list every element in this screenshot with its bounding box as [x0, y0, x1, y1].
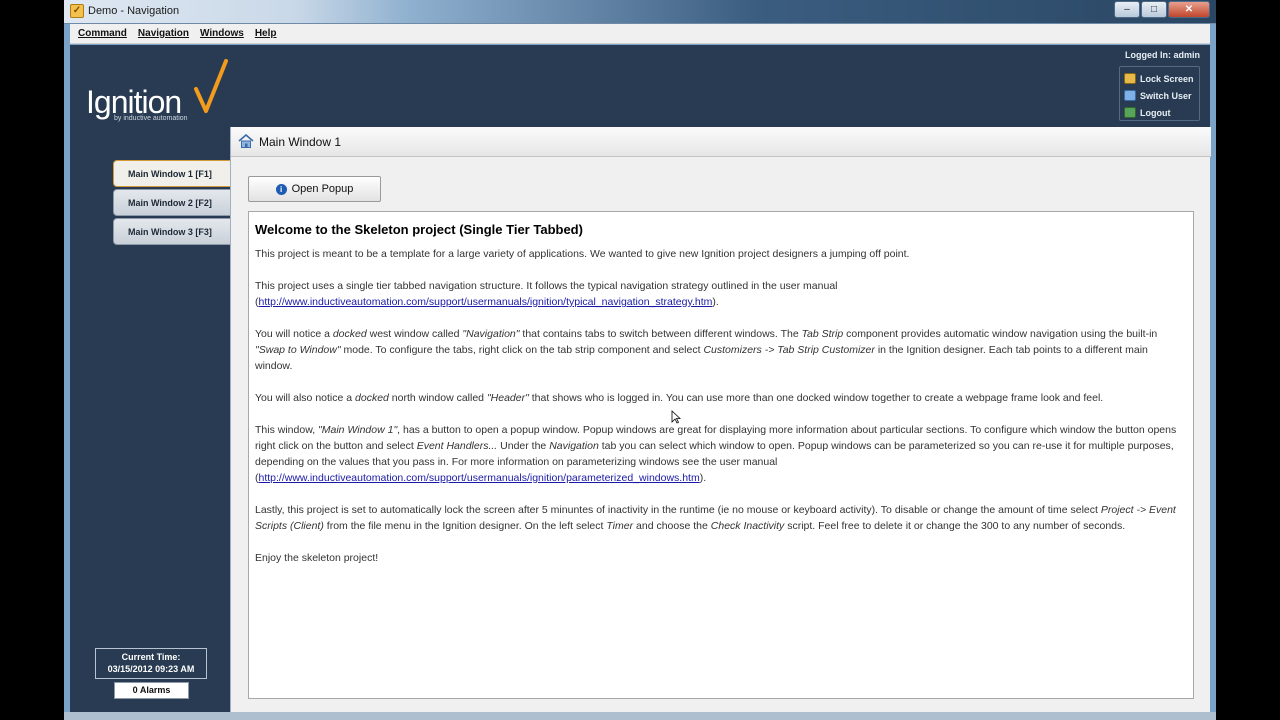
- document-heading: Welcome to the Skeleton project (Single …: [255, 222, 583, 237]
- lock-icon: [1124, 73, 1136, 84]
- main-window-header: Main Window 1: [231, 127, 1211, 157]
- paragraph-lock: Lastly, this project is set to automatic…: [255, 504, 1176, 532]
- lock-screen-button[interactable]: Lock Screen: [1124, 70, 1199, 87]
- logout-icon: [1124, 107, 1136, 118]
- app-icon: ✓: [70, 4, 84, 18]
- welcome-document: Welcome to the Skeleton project (Single …: [248, 211, 1194, 699]
- tab-main-window-3[interactable]: Main Window 3 [F3]: [113, 218, 231, 245]
- user-actions-panel: Lock Screen Switch User Logout: [1119, 66, 1200, 121]
- logout-label: Logout: [1140, 107, 1171, 118]
- navigation-window: Main Window 1 [F1] Main Window 2 [F2] Ma…: [70, 127, 231, 712]
- open-popup-label: Open Popup: [291, 183, 354, 195]
- menu-windows[interactable]: Windows: [200, 28, 244, 39]
- main-window: Main Window 1 i Open Popup Welcome to th…: [230, 127, 1211, 712]
- open-popup-button[interactable]: i Open Popup: [248, 176, 381, 202]
- logout-button[interactable]: Logout: [1124, 104, 1199, 121]
- switch-user-label: Switch User: [1140, 90, 1192, 101]
- paragraph-docked-north: You will also notice a docked north wind…: [255, 392, 1104, 404]
- current-time-box: Current Time: 03/15/2012 09:23 AM: [95, 648, 207, 679]
- maximize-button[interactable]: □: [1141, 1, 1167, 18]
- alarms-indicator[interactable]: 0 Alarms: [114, 682, 189, 699]
- header-window: Ignition by inductive automation Logged …: [70, 45, 1210, 127]
- paragraph-intro: This project is meant to be a template f…: [255, 248, 910, 260]
- logo-tagline: by inductive automation: [114, 115, 188, 122]
- home-icon: [238, 134, 254, 148]
- menu-bar: Command Navigation Windows Help: [70, 24, 1210, 44]
- lock-screen-label: Lock Screen: [1140, 73, 1194, 84]
- close-button[interactable]: ✕: [1168, 1, 1210, 18]
- paragraph-popup: This window, "Main Window 1", has a butt…: [255, 424, 1177, 484]
- paragraph-docked-west: You will notice a docked west window cal…: [255, 328, 1158, 372]
- ignition-logo: Ignition by inductive automation: [86, 59, 236, 122]
- switch-user-icon: [1124, 90, 1136, 101]
- window-bottom-border: [64, 712, 1216, 720]
- window-title: Demo - Navigation: [88, 5, 180, 17]
- typical-navigation-link[interactable]: http://www.inductiveautomation.com/suppo…: [259, 296, 713, 308]
- current-time-label: Current Time:: [121, 652, 181, 662]
- logo-check-icon: [194, 59, 228, 113]
- main-window-title: Main Window 1: [259, 135, 342, 149]
- mouse-cursor-icon: [671, 410, 681, 424]
- parameterized-windows-link[interactable]: http://www.inductiveautomation.com/suppo…: [259, 472, 700, 484]
- paragraph-navigation: This project uses a single tier tabbed n…: [255, 280, 838, 308]
- title-bar: ✓ Demo - Navigation – □ ✕: [64, 0, 1216, 24]
- minimize-button[interactable]: –: [1114, 1, 1140, 18]
- current-time-value: 03/15/2012 09:23 AM: [107, 664, 195, 674]
- tab-main-window-1[interactable]: Main Window 1 [F1]: [113, 160, 231, 187]
- tab-main-window-2[interactable]: Main Window 2 [F2]: [113, 189, 231, 216]
- menu-navigation[interactable]: Navigation: [138, 28, 189, 39]
- switch-user-button[interactable]: Switch User: [1124, 87, 1199, 104]
- application-window: ✓ Demo - Navigation – □ ✕ Command Naviga…: [64, 0, 1216, 720]
- logged-in-label: Logged In: admin: [1125, 50, 1200, 60]
- info-icon: i: [275, 183, 287, 195]
- menu-help[interactable]: Help: [255, 28, 277, 39]
- menu-command[interactable]: Command: [78, 28, 127, 39]
- paragraph-enjoy: Enjoy the skeleton project!: [255, 552, 379, 564]
- client-area: Ignition by inductive automation Logged …: [70, 45, 1211, 712]
